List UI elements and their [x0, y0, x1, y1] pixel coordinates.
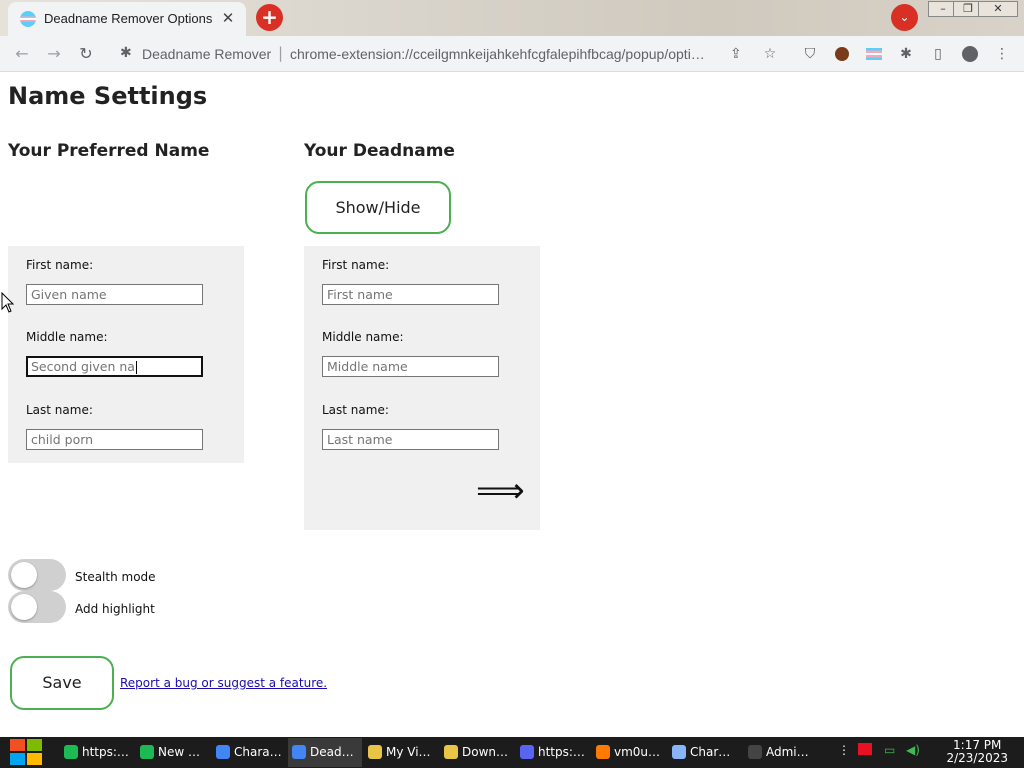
taskbar-task[interactable]: Dead…: [288, 738, 362, 767]
app-icon: [368, 745, 382, 759]
taskbar-task[interactable]: https:…: [60, 738, 134, 767]
tab-title: Deadname Remover Options: [44, 11, 213, 26]
app-icon: [216, 745, 230, 759]
windows-taskbar: https:… New … Chara… Dead… My Vi… Down… https:…: [0, 737, 1024, 768]
browser-toolbar: ← → ↻ ✱ Deadname Remover | chrome-extens…: [0, 36, 1024, 72]
windows-logo-quad: [27, 739, 42, 751]
app-icon: [64, 745, 78, 759]
taskbar-task[interactable]: My Vi…: [364, 738, 438, 767]
back-arrow-icon[interactable]: ←: [12, 44, 32, 64]
tab-deadname-remover-options[interactable]: Deadname Remover Options ✕: [8, 2, 246, 36]
deadname-last-name-label: Last name:: [322, 403, 389, 417]
preferred-middle-name-input[interactable]: Second given na: [26, 356, 203, 377]
toggle-knob: [11, 594, 37, 620]
preferred-last-name-input[interactable]: child porn: [26, 429, 203, 450]
app-icon: [444, 745, 458, 759]
report-bug-link[interactable]: Report a bug or suggest a feature.: [120, 676, 327, 690]
close-window-button[interactable]: ✕: [978, 1, 1018, 17]
share-icon[interactable]: ⇪: [730, 46, 742, 62]
preferred-first-name-input[interactable]: Given name: [26, 284, 203, 305]
deadname-panel: First name: First name Middle name: Midd…: [304, 246, 540, 530]
app-icon: [292, 745, 306, 759]
taskbar-task[interactable]: Admi…: [744, 738, 818, 767]
preferred-middle-name-label: Middle name:: [26, 330, 108, 344]
windows-logo-quad: [27, 753, 42, 765]
app-icon: [596, 745, 610, 759]
taskbar-task[interactable]: https:…: [516, 738, 590, 767]
extension-puzzle-icon: ✱: [120, 45, 132, 61]
taskbar-task[interactable]: Chara…: [212, 738, 286, 767]
deadname-first-name-label: First name:: [322, 258, 390, 272]
taskbar-task-label: Dead…: [310, 745, 354, 759]
preferred-last-name-label: Last name:: [26, 403, 93, 417]
taskbar-task-label: vm0u…: [614, 745, 661, 759]
options-page: Name Settings Your Preferred Name Your D…: [0, 73, 1024, 737]
deadname-middle-name-label: Middle name:: [322, 330, 404, 344]
omnibox-extension-name: Deadname Remover: [142, 46, 272, 62]
toggle-knob: [11, 562, 37, 588]
volume-icon[interactable]: ◀): [906, 743, 920, 757]
tab-search-chevron-icon[interactable]: ⌄: [891, 4, 918, 31]
mouse-cursor-icon: [1, 292, 15, 313]
reload-icon[interactable]: ↻: [76, 44, 96, 64]
browser-titlebar: Deadname Remover Options ✕ + ⌄ – ❐ ✕: [0, 0, 1024, 36]
add-highlight-label: Add highlight: [75, 602, 155, 616]
taskbar-task[interactable]: Down…: [440, 738, 514, 767]
tray-overflow-icon[interactable]: ⋮: [838, 743, 850, 757]
windows-logo-icon: [10, 739, 25, 751]
stealth-mode-label: Stealth mode: [75, 570, 156, 584]
app-icon: [520, 745, 534, 759]
taskbar-task-label: Down…: [462, 745, 509, 759]
start-button[interactable]: [10, 739, 44, 766]
profile-icon[interactable]: [960, 44, 980, 64]
taskbar-task-label: Admi…: [766, 745, 809, 759]
deadname-middle-name-input[interactable]: Middle name: [322, 356, 499, 377]
taskbar-task-label: New …: [158, 745, 200, 759]
preferred-name-heading: Your Preferred Name: [8, 141, 210, 161]
taskbar-task[interactable]: New …: [136, 738, 210, 767]
system-clock[interactable]: 1:17 PM 2/23/2023: [946, 739, 1008, 765]
preferred-name-panel: First name: Given name Middle name: Seco…: [8, 246, 244, 463]
deadname-first-name-input[interactable]: First name: [322, 284, 499, 305]
text-caret: [135, 361, 137, 374]
double-right-arrow-icon[interactable]: ⟹: [476, 474, 525, 508]
taskbar-task-label: Chara…: [234, 745, 282, 759]
extensions-puzzle-icon[interactable]: ✱: [896, 44, 916, 64]
windows-logo-quad: [10, 753, 25, 765]
add-highlight-toggle[interactable]: [8, 591, 66, 623]
page-title: Name Settings: [8, 82, 208, 110]
taskbar-task[interactable]: Char…: [668, 738, 742, 767]
taskbar-task[interactable]: vm0u…: [592, 738, 666, 767]
new-tab-button[interactable]: +: [256, 4, 283, 31]
side-panel-icon[interactable]: ▯: [928, 44, 948, 64]
clock-date: 2/23/2023: [946, 751, 1008, 765]
trans-flag-extension-icon[interactable]: [864, 44, 884, 64]
forward-arrow-icon[interactable]: →: [44, 44, 64, 64]
close-tab-icon[interactable]: ✕: [218, 8, 238, 28]
avatar-extension-icon[interactable]: [832, 44, 852, 64]
preferred-first-name-label: First name:: [26, 258, 94, 272]
ublock-shield-icon[interactable]: ⛉: [800, 44, 820, 64]
app-icon: [748, 745, 762, 759]
trans-flag-icon: [20, 11, 36, 27]
deadname-last-name-input[interactable]: Last name: [322, 429, 499, 450]
preferred-middle-name-value: Second given na: [31, 359, 135, 374]
save-button[interactable]: Save: [10, 656, 114, 710]
taskbar-task-label: Char…: [690, 745, 731, 759]
omnibox-separator: |: [278, 44, 284, 62]
app-icon: [672, 745, 686, 759]
show-hide-button[interactable]: Show/Hide: [305, 181, 451, 234]
taskbar-task-label: My Vi…: [386, 745, 431, 759]
deadname-heading: Your Deadname: [304, 141, 455, 161]
app-icon: [140, 745, 154, 759]
taskbar-task-label: https:…: [82, 745, 129, 759]
taskbar-task-label: https:…: [538, 745, 585, 759]
network-icon[interactable]: ▭: [884, 743, 895, 757]
menu-kebab-icon[interactable]: ⋮: [992, 44, 1012, 64]
bookmark-star-icon[interactable]: ☆: [760, 44, 780, 64]
action-center-flag-icon[interactable]: [858, 743, 874, 759]
omnibox-url: chrome-extension://cceilgmnkeijahkehfcgf…: [290, 46, 705, 62]
stealth-mode-toggle[interactable]: [8, 559, 66, 591]
address-bar[interactable]: ✱ Deadname Remover | chrome-extension://…: [110, 40, 758, 68]
